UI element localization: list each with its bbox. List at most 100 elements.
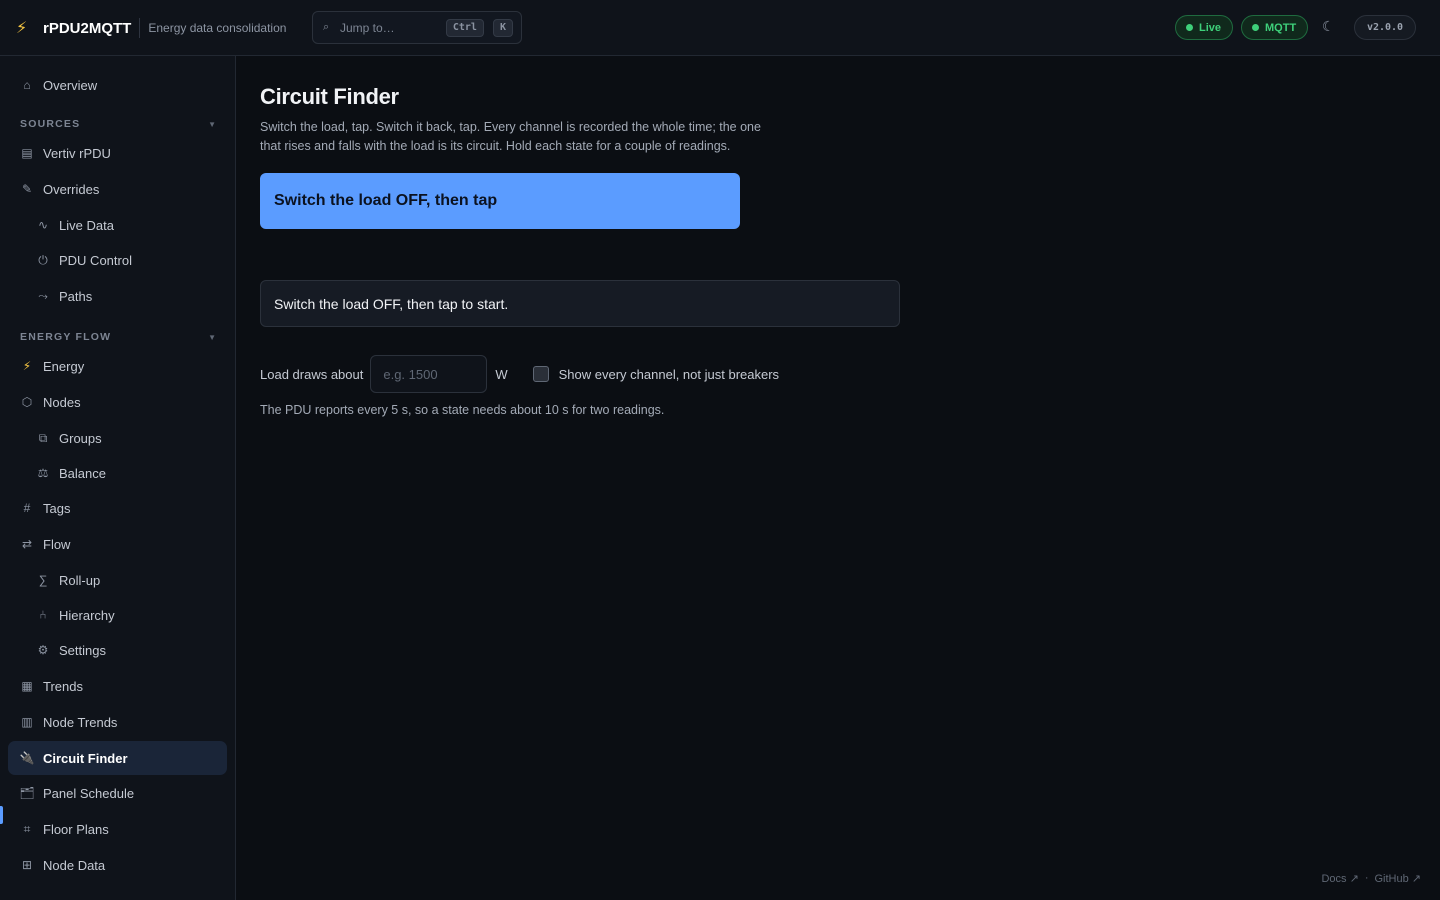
footer-links: Docs ↗ · GitHub ↗ <box>1318 872 1424 885</box>
chevron-down-icon: ▼ <box>208 332 216 342</box>
sidebar-item-rollup[interactable]: ∑ Roll-up <box>8 563 227 597</box>
sidebar-item-circuit-finder[interactable]: 🔌 Circuit Finder <box>8 741 227 775</box>
docs-link[interactable]: Docs ↗ <box>1321 872 1358 885</box>
main-content: Circuit Finder Switch the load, tap. Swi… <box>236 56 1440 900</box>
app-name: rPDU2MQTT <box>43 19 132 37</box>
show-all-channels-label[interactable]: Show every channel, not just breakers <box>559 367 779 382</box>
page-title: Circuit Finder <box>260 84 399 109</box>
live-status-label: Live <box>1199 21 1222 34</box>
show-all-channels-checkbox[interactable] <box>532 366 549 382</box>
status-message: Switch the load OFF, then tap to start. <box>274 295 509 312</box>
mqtt-status-badge[interactable]: MQTT <box>1241 15 1308 40</box>
sidebar-item-hierarchy[interactable]: ⑃ Hierarchy <box>8 598 227 632</box>
waveform-icon: ∿ <box>37 218 49 232</box>
sidebar-item-label: Circuit Finder <box>43 750 128 766</box>
sidebar: ⌂ Overview SOURCES ▼ ▤ Vertiv rPDU ✎ Ove… <box>0 56 236 900</box>
sidebar-item-label: PDU Control <box>59 252 132 268</box>
sidebar-item-tags[interactable]: # Tags <box>8 491 227 525</box>
section-label: ENERGY FLOW <box>20 331 112 343</box>
page-description: Switch the load, tap. Switch it back, ta… <box>260 120 761 153</box>
sidebar-item-label: Hierarchy <box>59 607 115 623</box>
chevron-down-icon: ▼ <box>208 119 216 129</box>
server-icon: ▤ <box>21 146 33 160</box>
sidebar-item-label: Roll-up <box>59 572 101 588</box>
search-icon: ⌕ <box>323 21 330 33</box>
sidebar-item-energy[interactable]: ⚡ Energy <box>8 349 227 383</box>
status-message-box: Switch the load OFF, then tap to start. <box>260 280 900 327</box>
sidebar-item-label: Overrides <box>43 181 100 197</box>
sidebar-item-trends[interactable]: ▦ Trends <box>8 669 227 703</box>
live-status-badge[interactable]: Live <box>1175 15 1233 40</box>
load-unit: W <box>495 366 508 382</box>
sidebar-item-pdu-control[interactable]: ⏻ PDU Control <box>8 243 227 277</box>
tap-action-button[interactable]: Switch the load OFF, then tap <box>260 173 740 229</box>
lightning-bolt-icon: ⚡ <box>22 359 32 373</box>
sidebar-item-node-trends[interactable]: ▥ Node Trends <box>8 705 227 739</box>
hash-icon: # <box>23 501 31 515</box>
sidebar-item-vertiv-rpdu[interactable]: ▤ Vertiv rPDU <box>8 136 227 170</box>
pencil-icon: ✎ <box>21 182 33 196</box>
sigma-icon: ∑ <box>38 573 48 587</box>
power-icon: ⏻ <box>38 252 48 267</box>
bar-chart-icon: ▥ <box>21 715 33 729</box>
section-sources[interactable]: SOURCES ▼ <box>20 117 216 131</box>
sidebar-item-node-data[interactable]: ⊞ Node Data <box>8 848 227 882</box>
sidebar-item-label: Energy <box>43 358 85 374</box>
sidebar-item-label: Balance <box>59 465 106 481</box>
shortcut-k-key: K <box>492 18 513 37</box>
brand-divider <box>139 18 141 38</box>
sidebar-item-label: Panel Schedule <box>43 785 135 801</box>
sidebar-item-label: Live Data <box>59 217 114 233</box>
sidebar-item-label: Flow <box>43 536 71 552</box>
sidebar-item-label: Node Data <box>43 857 106 873</box>
mqtt-status-label: MQTT <box>1265 21 1297 34</box>
sidebar-item-nodes[interactable]: ⬡ Nodes <box>8 385 227 419</box>
sidebar-item-flow[interactable]: ⇄ Flow <box>8 527 227 561</box>
load-label: Load draws about <box>260 366 364 382</box>
path-icon: ⤳ <box>38 288 48 303</box>
bar-chart-icon: ▦ <box>21 679 33 693</box>
github-link[interactable]: GitHub ↗ <box>1374 872 1421 885</box>
grid-icon: ⌗ <box>23 821 31 836</box>
scale-icon: ⚖ <box>37 466 49 480</box>
moon-icon[interactable]: ☾ <box>1322 18 1338 36</box>
sidebar-item-label: Node Trends <box>43 714 118 730</box>
footer-separator: · <box>1364 872 1369 884</box>
load-watts-input[interactable] <box>370 355 488 393</box>
sidebar-item-label: Paths <box>59 288 93 304</box>
sidebar-item-floor-plans[interactable]: ⌗ Floor Plans <box>8 812 227 846</box>
groups-icon: ⧉ <box>38 430 48 445</box>
sidebar-item-groups[interactable]: ⧉ Groups <box>8 421 227 455</box>
sidebar-item-label: Settings <box>59 642 106 658</box>
table-icon: ⊞ <box>21 858 33 872</box>
search-placeholder: Jump to… <box>340 20 395 35</box>
lightning-bolt-icon: ⚡ <box>16 20 28 37</box>
sidebar-item-overview[interactable]: ⌂ Overview <box>8 68 227 102</box>
version-badge: v2.0.0 <box>1354 15 1416 40</box>
hierarchy-icon: ⑃ <box>39 608 47 622</box>
sidebar-item-balance[interactable]: ⚖ Balance <box>8 456 227 490</box>
sidebar-item-panel-schedule[interactable]: 🗂 Panel Schedule <box>8 776 227 810</box>
shortcut-ctrl-key: Ctrl <box>445 18 484 37</box>
sidebar-item-settings[interactable]: ⚙ Settings <box>8 633 227 667</box>
sidebar-item-overrides[interactable]: ✎ Overrides <box>8 172 227 206</box>
folder-icon: 🗂 <box>19 786 35 800</box>
sidebar-item-label: Tags <box>43 500 71 516</box>
gear-icon: ⚙ <box>37 643 49 657</box>
brand[interactable]: ⚡ rPDU2MQTT Energy data consolidation <box>16 18 286 38</box>
sidebar-item-paths[interactable]: ⤳ Paths <box>8 279 227 313</box>
section-label: SOURCES <box>20 118 81 130</box>
sidebar-item-label: Groups <box>59 430 102 446</box>
mqtt-dot-icon <box>1252 24 1259 31</box>
app-tagline: Energy data consolidation <box>148 21 287 35</box>
sidebar-item-label: Floor Plans <box>43 821 109 837</box>
live-dot-icon <box>1186 24 1193 31</box>
sidebar-item-label: Trends <box>43 678 83 694</box>
jump-to-search[interactable]: ⌕ Jump to… Ctrl K <box>312 11 522 44</box>
home-icon: ⌂ <box>23 78 31 92</box>
section-energy-flow[interactable]: ENERGY FLOW ▼ <box>20 330 216 344</box>
sidebar-item-live-data[interactable]: ∿ Live Data <box>8 208 227 242</box>
reporting-hint: The PDU reports every 5 s, so a state ne… <box>260 403 665 417</box>
active-indicator <box>0 806 3 824</box>
hexagon-icon: ⬡ <box>21 395 33 409</box>
